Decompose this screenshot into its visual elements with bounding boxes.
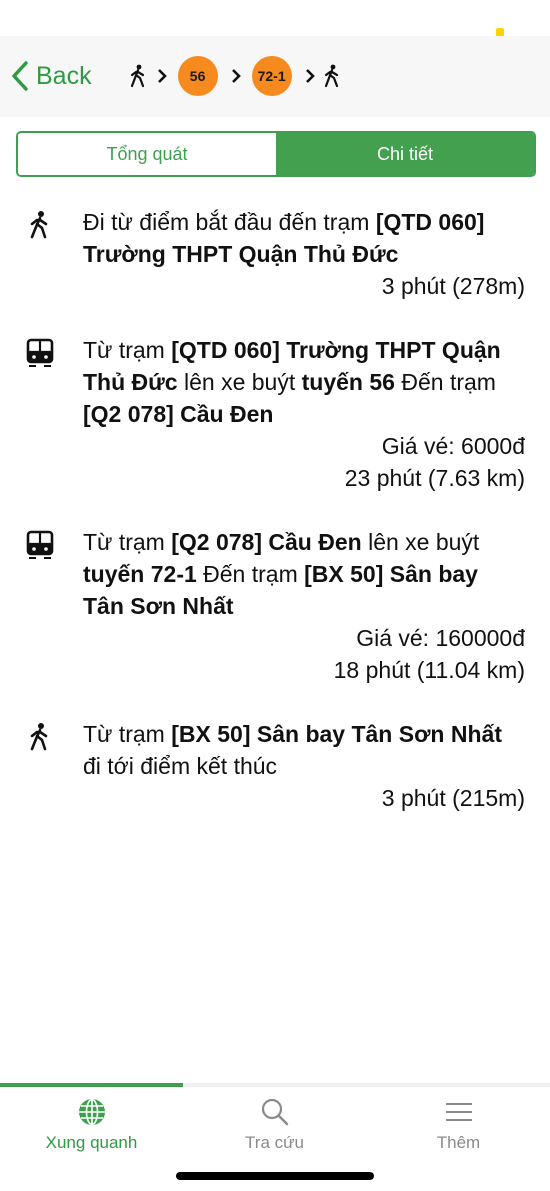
bus-icon	[26, 530, 54, 559]
tab-more[interactable]: Thêm	[367, 1097, 550, 1153]
bus-route-name: tuyến 56	[301, 369, 395, 395]
station-name: [BX 50] Sân bay Tân Sơn Nhất	[171, 721, 502, 747]
step-text: Đến trạm	[394, 369, 496, 395]
walk-icon	[324, 64, 338, 88]
search-icon	[261, 1098, 288, 1126]
back-label: Back	[36, 61, 92, 90]
step-text: Đến trạm	[196, 561, 305, 587]
tab-overview[interactable]: Tổng quát	[18, 133, 276, 175]
tab-label: Tra cứu	[245, 1133, 304, 1152]
walk-icon	[130, 64, 144, 88]
bus-icon	[26, 338, 54, 367]
active-tab-indicator	[0, 1083, 183, 1087]
station-name: [Q2 078] Cầu Đen	[171, 529, 362, 555]
step-duration: 3 phút (215m)	[381, 785, 525, 811]
step-description: Từ trạm [Q2 078] Cầu Đen lên xe buýt tuy…	[83, 526, 525, 622]
walk-icon	[30, 211, 48, 239]
route-summary: 56 72-1	[128, 56, 342, 96]
back-button[interactable]: Back	[10, 60, 92, 92]
step-fare: Giá vé: 6000đ	[381, 433, 525, 459]
chevron-right-icon	[231, 69, 241, 83]
step-text: lên xe buýt	[361, 529, 480, 555]
step-item: Từ trạm [BX 50] Sân bay Tân Sơn Nhất đi …	[0, 718, 550, 814]
step-duration: 3 phút (278m)	[381, 273, 525, 299]
home-indicator[interactable]	[176, 1172, 374, 1180]
chevron-right-icon	[305, 69, 315, 83]
menu-icon	[445, 1103, 472, 1121]
tab-label: Thêm	[436, 1133, 481, 1152]
view-segmented-control: Tổng quát Chi tiết	[16, 131, 536, 177]
chevron-left-icon	[12, 61, 28, 91]
step-text: Từ trạm	[83, 529, 172, 555]
globe-icon	[78, 1098, 105, 1126]
step-text: Từ trạm	[83, 337, 172, 363]
bus-route-number: 56	[189, 68, 206, 84]
bus-route-number: 72-1	[257, 68, 286, 84]
step-duration: 18 phút (11.04 km)	[333, 657, 525, 683]
nav-bar: Back 56 72-1	[0, 50, 550, 102]
status-bar: 10:52	[0, 0, 550, 45]
step-item: Đi từ điểm bắt đầu đến trạm [QTD 060] Tr…	[0, 206, 550, 302]
bus-route-badge: 72-1	[251, 56, 292, 96]
tab-nearby[interactable]: Xung quanh	[0, 1097, 183, 1153]
step-description: Từ trạm [BX 50] Sân bay Tân Sơn Nhất đi …	[83, 718, 525, 782]
step-item: Từ trạm [Q2 078] Cầu Đen lên xe buýt tuy…	[0, 526, 550, 686]
bus-route-badge: 56	[177, 56, 218, 96]
tab-label: Xung quanh	[45, 1133, 138, 1152]
step-fare: Giá vé: 160000đ	[356, 625, 525, 651]
step-description: Đi từ điểm bắt đầu đến trạm [QTD 060] Tr…	[83, 206, 525, 270]
step-duration: 23 phút (7.63 km)	[344, 465, 525, 491]
step-text: Đi từ điểm bắt đầu đến trạm	[83, 209, 376, 235]
walk-icon	[30, 723, 48, 751]
chevron-right-icon	[157, 69, 167, 83]
step-description: Từ trạm [QTD 060] Trường THPT Quận Thủ Đ…	[83, 334, 525, 430]
step-text: đi tới điểm kết thúc	[83, 753, 278, 779]
step-text: Từ trạm	[83, 721, 172, 747]
step-item: Từ trạm [QTD 060] Trường THPT Quận Thủ Đ…	[0, 334, 550, 494]
tab-lookup[interactable]: Tra cứu	[183, 1097, 366, 1153]
bus-route-name: tuyến 72-1	[83, 561, 197, 587]
station-name: [Q2 078] Cầu Đen	[83, 401, 274, 427]
route-steps: Đi từ điểm bắt đầu đến trạm [QTD 060] Tr…	[0, 206, 550, 814]
step-text: lên xe buýt	[177, 369, 302, 395]
tab-details[interactable]: Chi tiết	[276, 133, 534, 175]
